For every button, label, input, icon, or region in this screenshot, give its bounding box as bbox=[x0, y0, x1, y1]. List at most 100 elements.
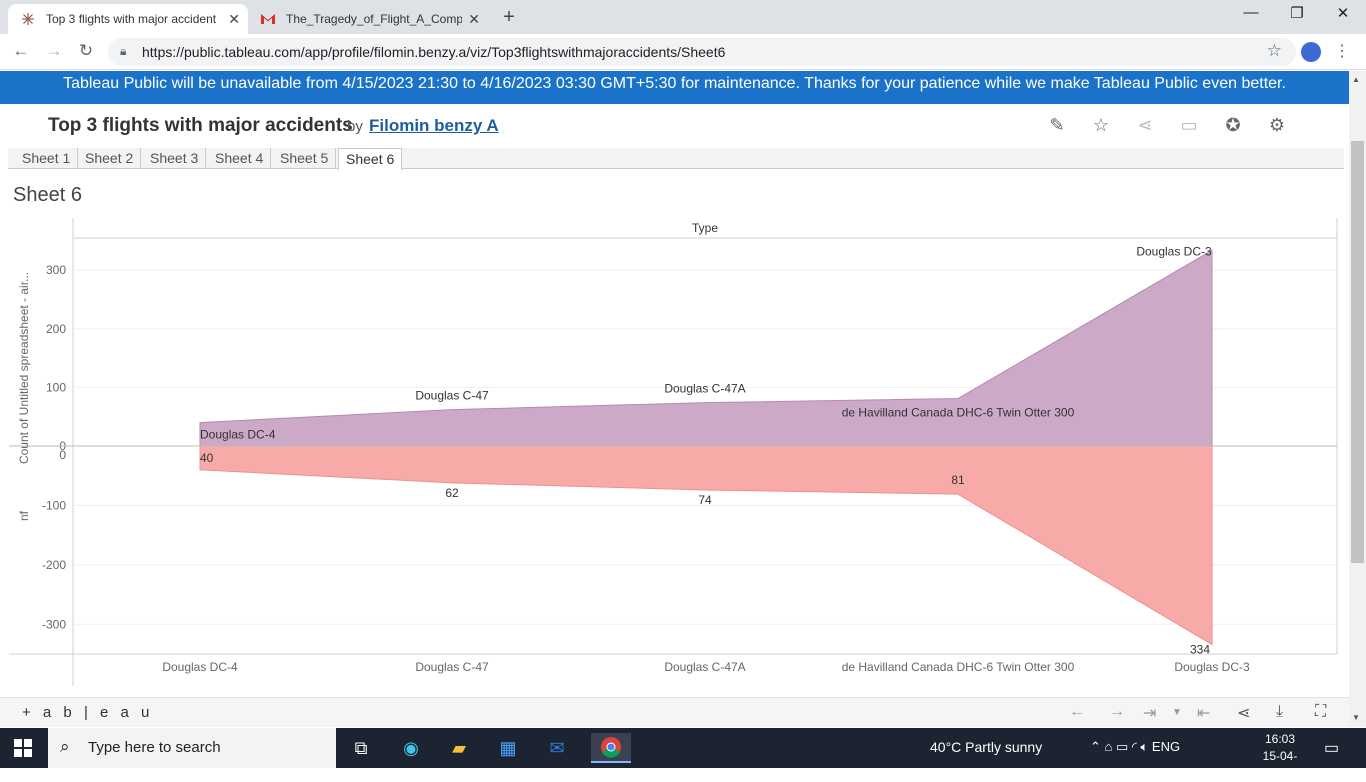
weather-text[interactable]: 40°C Partly sunny bbox=[930, 739, 1042, 755]
top-mark-label: de Havilland Canada DHC-6 Twin Otter 300 bbox=[842, 406, 1075, 420]
search-placeholder: Type here to search bbox=[88, 739, 221, 756]
tableau-favicon-icon bbox=[20, 11, 36, 27]
y-axis-title-bottom: nf bbox=[17, 510, 31, 521]
file-explorer-icon[interactable]: ▰ bbox=[444, 733, 474, 763]
bottom-mark-label: 62 bbox=[445, 486, 459, 500]
x-tick-label: Douglas DC-4 bbox=[162, 660, 238, 674]
edit-icon[interactable]: ✎ bbox=[1046, 114, 1068, 136]
y-tick-label: 100 bbox=[46, 380, 66, 394]
tab-close-icon[interactable]: ✕ bbox=[468, 11, 480, 28]
y-tick-label: -300 bbox=[42, 617, 66, 631]
profile-avatar[interactable] bbox=[1301, 42, 1321, 62]
by-label: by bbox=[347, 118, 363, 135]
taskbar-search[interactable]: ⌕ Type here to search bbox=[48, 728, 336, 768]
clock-time: 16:03 bbox=[1264, 732, 1296, 746]
forward-arrow-icon[interactable]: → bbox=[43, 41, 65, 61]
sheet-title: Sheet 6 bbox=[13, 184, 82, 206]
top-mark-label: Douglas C-47A bbox=[664, 382, 745, 396]
address-bar[interactable]: 🔒︎ https://public.tableau.com/app/profil… bbox=[108, 38, 1296, 66]
page-scrollbar[interactable]: ▲ ▼ bbox=[1349, 71, 1366, 727]
bottom-mark-label: 40 bbox=[200, 451, 214, 465]
url-text: https://public.tableau.com/app/profile/f… bbox=[142, 44, 726, 60]
tableau-logo: + a b | e a u bbox=[22, 704, 154, 721]
y-tick-label: -100 bbox=[42, 498, 66, 512]
tab-sheet-1[interactable]: Sheet 1 bbox=[15, 148, 79, 169]
revert-dropdown-icon[interactable]: ▼ bbox=[1172, 707, 1182, 718]
scroll-up-icon[interactable]: ▲ bbox=[1352, 75, 1360, 84]
tab-sheet-2[interactable]: Sheet 2 bbox=[78, 148, 142, 169]
edge-icon[interactable]: ◉ bbox=[396, 733, 426, 763]
minimize-icon[interactable]: — bbox=[1228, 4, 1274, 21]
x-tick-label: Douglas C-47A bbox=[664, 660, 745, 674]
favorite-star-icon[interactable]: ☆ bbox=[1090, 114, 1112, 136]
share-viz-icon[interactable]: ⋖ bbox=[1237, 703, 1250, 723]
area-chart: Type01002003000-100-200-300Douglas DC-4D… bbox=[9, 218, 1338, 686]
top-mark-label: Douglas C-47 bbox=[415, 389, 489, 403]
sheet-tabs: Sheet 1 Sheet 2 Sheet 3 Sheet 4 Sheet 5 … bbox=[8, 148, 1344, 170]
y-axis-title-top: Count of Untitled spreadsheet - air... bbox=[17, 272, 31, 464]
redo-icon[interactable]: → bbox=[1109, 703, 1125, 721]
browser-tab-strip: Top 3 flights with major accident ✕ The_… bbox=[0, 0, 1366, 34]
clock-date: 15-04-2023 bbox=[1262, 749, 1298, 780]
tab-sheet-4[interactable]: Sheet 4 bbox=[208, 148, 272, 169]
store-icon[interactable]: ▦ bbox=[493, 733, 523, 763]
settings-gear-icon[interactable]: ⚙ bbox=[1266, 114, 1288, 136]
x-tick-label: Douglas DC-3 bbox=[1174, 660, 1250, 674]
download-icon[interactable]: ⤓ bbox=[1276, 703, 1283, 721]
tab-sheet-3[interactable]: Sheet 3 bbox=[143, 148, 207, 169]
window-close-icon[interactable]: ✕ bbox=[1320, 4, 1366, 22]
scrollbar-thumb[interactable] bbox=[1351, 141, 1364, 563]
comment-icon[interactable]: ▭ bbox=[1178, 114, 1200, 136]
browser-tab-tableau[interactable]: Top 3 flights with major accident ✕ bbox=[8, 4, 248, 34]
gmail-favicon-icon bbox=[260, 11, 276, 27]
scroll-down-icon[interactable]: ▼ bbox=[1352, 713, 1360, 722]
viz-header: Top 3 flights with major accidents by Fi… bbox=[0, 104, 1349, 149]
tableau-toolbar: + a b | e a u ← → ⇥ ▼ ⇤ ⋖ ⤓ ⛶ bbox=[0, 697, 1349, 727]
reload-icon[interactable]: ↻ bbox=[75, 41, 97, 61]
chrome-icon[interactable] bbox=[591, 733, 631, 763]
y-tick-label: -200 bbox=[42, 558, 66, 572]
share-icon[interactable]: ⋖ bbox=[1134, 114, 1156, 136]
notification-icon[interactable]: ▭ bbox=[1324, 738, 1339, 758]
bookmark-star-icon[interactable]: ☆ bbox=[1267, 41, 1282, 61]
system-tray[interactable]: ⌃ ⌂ ▭ ◜ 🔈︎ ENG bbox=[1090, 739, 1180, 755]
language-indicator[interactable]: ENG bbox=[1152, 739, 1180, 754]
bottom-mark-label: 74 bbox=[698, 493, 712, 507]
restore-icon[interactable]: ❐ bbox=[1274, 4, 1320, 22]
tab-title: The_Tragedy_of_Flight_A_Compre bbox=[286, 12, 462, 26]
clock[interactable]: 16:03 15-04-2023 bbox=[1250, 731, 1310, 782]
top-mark-label: Douglas DC-3 bbox=[1136, 244, 1212, 258]
revert-icon[interactable]: ⇥ bbox=[1143, 703, 1156, 723]
windows-start-icon[interactable] bbox=[14, 739, 32, 757]
reset-icon[interactable]: ⇤ bbox=[1197, 703, 1210, 723]
badge-icon[interactable]: ✪ bbox=[1222, 114, 1244, 136]
tab-close-icon[interactable]: ✕ bbox=[228, 11, 240, 28]
browser-tab-gmail[interactable]: The_Tragedy_of_Flight_A_Compre ✕ bbox=[248, 4, 488, 34]
back-arrow-icon[interactable]: ← bbox=[10, 41, 32, 61]
maintenance-banner: Tableau Public will be unavailable from … bbox=[0, 71, 1349, 104]
browser-menu-icon[interactable]: ⋮ bbox=[1334, 41, 1350, 61]
x-tick-label: de Havilland Canada DHC-6 Twin Otter 300 bbox=[842, 660, 1075, 674]
x-tick-label: Douglas C-47 bbox=[415, 660, 489, 674]
viz-title: Top 3 flights with major accidents bbox=[48, 115, 353, 136]
fullscreen-icon[interactable]: ⛶ bbox=[1315, 703, 1326, 721]
y-tick-label: 0 bbox=[59, 448, 66, 462]
tab-title: Top 3 flights with major accident bbox=[46, 12, 217, 26]
bottom-mark-label: 334 bbox=[1190, 642, 1210, 656]
new-tab-plus-icon[interactable]: + bbox=[498, 6, 520, 29]
mail-icon[interactable]: ✉ bbox=[542, 733, 572, 763]
search-icon: ⌕ bbox=[60, 737, 70, 756]
tab-sheet-5[interactable]: Sheet 5 bbox=[273, 148, 337, 169]
author-link[interactable]: Filomin benzy A bbox=[369, 116, 499, 136]
bottom-mark-label: 81 bbox=[951, 473, 965, 487]
y-tick-label: 300 bbox=[46, 263, 66, 277]
column-header: Type bbox=[692, 221, 718, 235]
tab-sheet-6[interactable]: Sheet 6 bbox=[338, 148, 403, 170]
task-view-icon[interactable]: ⧉ bbox=[346, 733, 376, 763]
windows-taskbar: ⌕ Type here to search ⧉ ◉ ▰ ▦ ✉ 40°C Par… bbox=[0, 728, 1366, 780]
bottom-area-series bbox=[199, 445, 1213, 646]
lock-icon: 🔒︎ bbox=[120, 44, 127, 58]
undo-icon[interactable]: ← bbox=[1069, 703, 1085, 721]
top-mark-label: Douglas DC-4 bbox=[200, 428, 276, 442]
y-tick-label: 200 bbox=[46, 322, 66, 336]
